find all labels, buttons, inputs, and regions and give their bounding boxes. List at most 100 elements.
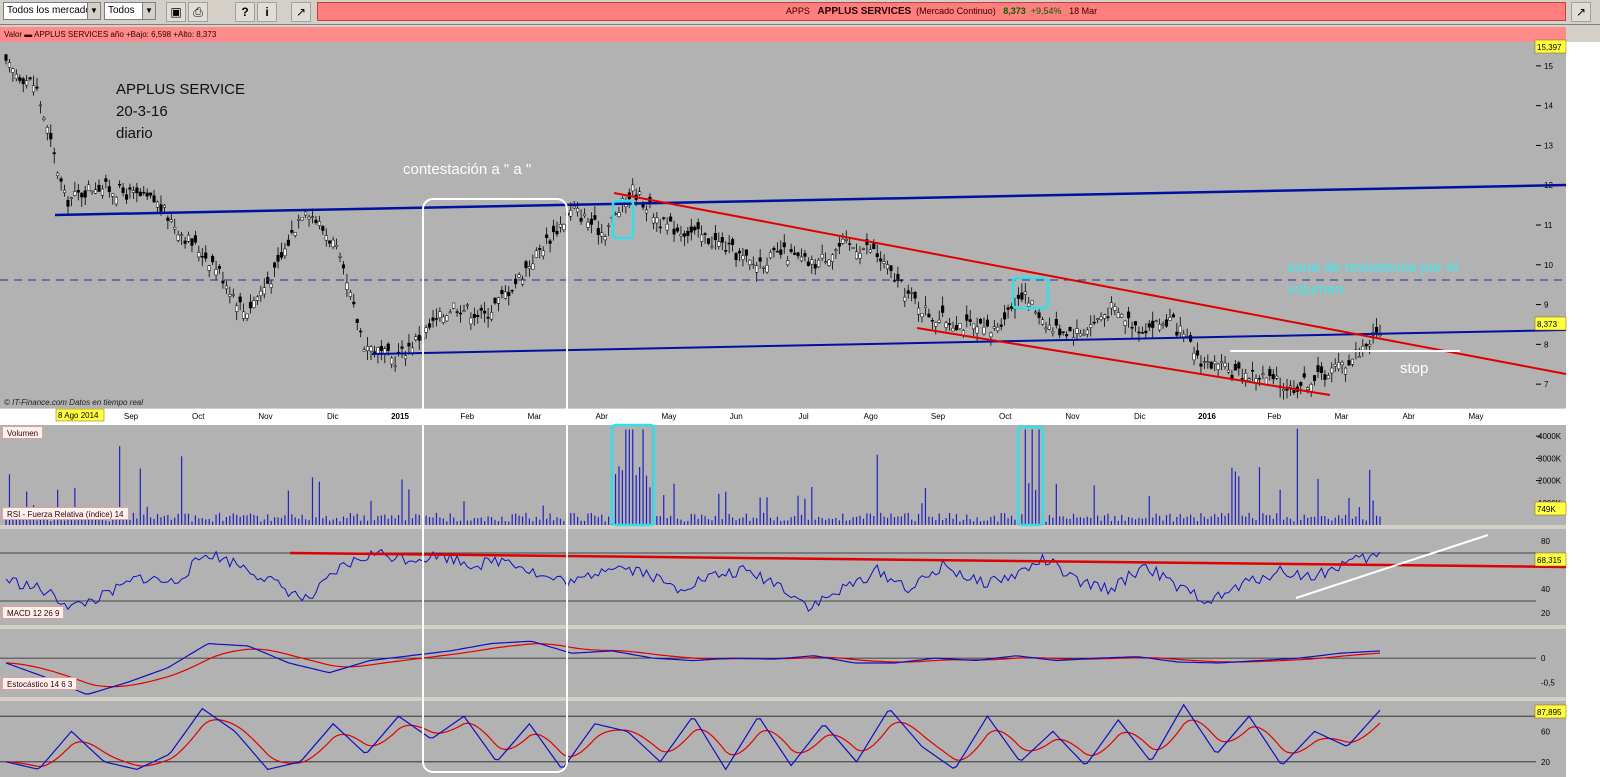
price-y-tick-label: 8	[1544, 340, 1549, 349]
candle-body	[111, 193, 115, 197]
chart-type-button[interactable]: ↗	[1571, 2, 1591, 22]
candle-body	[214, 269, 218, 276]
candle-body	[1120, 314, 1124, 318]
rsi-panel-bg	[0, 529, 1566, 625]
candle-body	[954, 325, 958, 331]
candle-body	[403, 355, 408, 360]
candle-body	[686, 231, 690, 236]
candle-body	[1030, 300, 1034, 305]
candle-body	[1161, 323, 1165, 326]
macd-panel-bg	[0, 629, 1566, 697]
rsi-last-tag: 68,315	[1537, 556, 1562, 565]
candle-body	[1158, 324, 1162, 331]
candle-body	[548, 240, 552, 244]
candle-body	[844, 239, 848, 241]
candle-body	[1247, 378, 1251, 381]
candle-body	[744, 249, 748, 256]
candle-body	[238, 296, 242, 303]
candle-body	[978, 318, 983, 324]
candle-body	[390, 357, 394, 365]
candle-body	[1202, 361, 1206, 363]
candle-body	[820, 254, 824, 259]
candle-body	[300, 217, 304, 221]
candle-body	[348, 291, 352, 297]
x-axis-tick-label: Sep	[124, 412, 139, 421]
candle-body	[197, 252, 201, 258]
candle-body	[1023, 291, 1027, 295]
save-button[interactable]: ▣	[166, 2, 186, 22]
candle-body	[806, 261, 810, 266]
candle-body	[1337, 362, 1341, 370]
candle-body	[813, 264, 817, 269]
candle-body	[1065, 334, 1069, 337]
candle-body	[706, 238, 711, 244]
candle-body	[479, 307, 483, 311]
price-y-tick-label: 15	[1544, 62, 1553, 71]
candle-body	[1133, 321, 1138, 326]
candle-body	[603, 236, 607, 241]
candle-body	[180, 234, 184, 236]
candle-body	[455, 311, 459, 313]
candle-body	[579, 217, 583, 222]
candle-body	[1102, 314, 1107, 319]
candle-body	[551, 225, 556, 233]
candle-body	[830, 254, 835, 262]
candle-body	[1151, 320, 1155, 328]
candle-body	[982, 326, 986, 335]
annotation-title: APPLUS SERVICE	[116, 81, 245, 98]
candle-body	[558, 224, 562, 228]
candle-body	[985, 319, 989, 327]
volume-last-tag: 749K	[1537, 505, 1556, 514]
x-axis-tick-label: Dic	[1134, 412, 1146, 421]
candle-body	[104, 178, 108, 182]
candle-body	[941, 305, 945, 313]
candle-body	[255, 296, 259, 301]
candle-body	[892, 279, 897, 282]
candle-body	[1257, 378, 1262, 380]
stoch-y-tick-label: 20	[1541, 758, 1550, 767]
market-filter-value: Todos los mercados	[7, 5, 96, 16]
candle-body	[789, 249, 793, 252]
candle-body	[782, 242, 786, 248]
chevron-down-icon[interactable]: ▼	[142, 3, 155, 19]
candle-body	[483, 310, 487, 314]
floppy-icon: ▣	[170, 5, 182, 19]
print-button[interactable]: ⎙	[188, 2, 208, 22]
chart-icon: ↗	[1575, 5, 1587, 19]
candle-body	[503, 291, 507, 299]
rsi-panel-label: RSI - Fuerza Relativa (índice) 14	[2, 507, 129, 520]
chevron-down-icon[interactable]: ▼	[87, 3, 100, 19]
ticker-date: 18 Mar	[1069, 6, 1098, 16]
data-credit: © IT-Finance.com Datos en tiempo real	[4, 398, 143, 407]
candle-body	[934, 322, 938, 327]
type-filter-select[interactable]: Todos ▼	[104, 2, 156, 20]
x-axis-tick-label: Mar	[528, 412, 542, 421]
x-axis-tick-label: Jul	[798, 412, 808, 421]
candle-body	[1288, 385, 1293, 388]
market-filter-select[interactable]: Todos los mercados ▼	[3, 2, 101, 20]
candle-body	[135, 187, 139, 194]
candle-body	[124, 194, 129, 200]
main-toolbar: Todos los mercados ▼ Todos ▼ ▣ ⎙ ? i ↗ A…	[0, 0, 1600, 25]
info-button[interactable]: i	[257, 2, 277, 22]
volume-panel-label: Volumen	[2, 426, 44, 439]
x-axis-tick-label: Ago	[864, 412, 879, 421]
candle-body	[293, 232, 297, 236]
candle-body	[803, 253, 807, 257]
candle-body	[1182, 333, 1186, 337]
x-axis-tick-label: Mar	[1335, 412, 1349, 421]
candle-body	[1302, 373, 1306, 378]
candle-body	[651, 217, 655, 224]
candle-body	[1361, 346, 1365, 351]
price-last-tag: 8,373	[1537, 320, 1558, 329]
chart-button[interactable]: ↗	[291, 2, 311, 22]
candle-body	[972, 323, 976, 330]
candle-body	[1061, 331, 1065, 333]
candle-body	[138, 191, 142, 197]
help-button[interactable]: ?	[235, 2, 255, 22]
ticker-quote-bar[interactable]: APPS APPLUS SERVICES (Mercado Continuo) …	[317, 2, 1566, 21]
candle-body	[283, 248, 287, 256]
candle-body	[304, 211, 308, 216]
x-axis-tick-label: Abr	[596, 412, 609, 421]
candle-body	[328, 240, 332, 244]
